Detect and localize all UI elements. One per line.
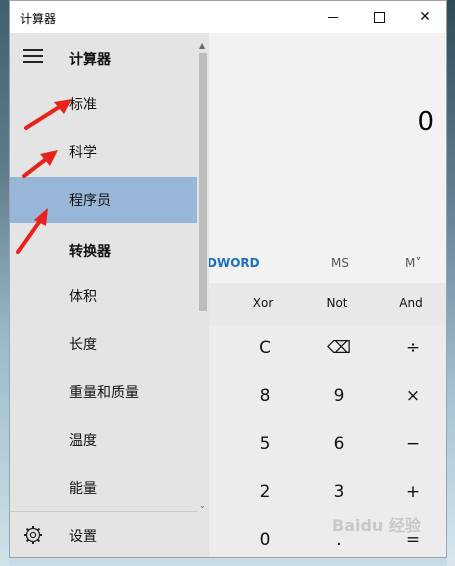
desktop-background-left (0, 0, 9, 566)
minimize-icon (328, 16, 338, 18)
watermark: Baidu 经验 (332, 516, 421, 535)
gear-icon (24, 526, 42, 544)
not-button[interactable]: Not (307, 296, 367, 310)
hamburger-menu-icon[interactable] (23, 49, 43, 63)
word-size-row: DWORD MS M˅ (207, 245, 446, 281)
nav-item-volume[interactable]: 体积 (10, 273, 197, 319)
bit-operations-row: Xor Not And (209, 283, 446, 325)
maximize-button[interactable] (356, 1, 402, 33)
nav-item-label: 体积 (69, 289, 97, 305)
nav-divider (10, 511, 197, 512)
digit-0-button[interactable]: 0 (229, 517, 301, 563)
word-size-button[interactable]: DWORD (207, 256, 260, 270)
title-bar[interactable]: 计算器 ✕ (10, 1, 446, 33)
display-area: 0 (209, 33, 446, 245)
display-value: 0 (417, 107, 434, 137)
backspace-button[interactable]: ⌫ (303, 325, 375, 371)
minus-button[interactable]: − (377, 421, 449, 467)
nav-item-weight-mass[interactable]: 重量和质量 (10, 369, 197, 415)
maximize-icon (373, 11, 385, 23)
clear-button[interactable]: C (229, 325, 301, 371)
digit-6-button[interactable]: 6 (303, 421, 375, 467)
and-button[interactable]: And (381, 296, 441, 310)
nav-item-label: 重量和质量 (69, 385, 139, 401)
xor-button[interactable]: Xor (233, 296, 293, 310)
multiply-button[interactable]: × (377, 373, 449, 419)
digit-2-button[interactable]: 2 (229, 469, 301, 515)
annotation-arrow-icon (22, 150, 58, 178)
scroll-up-icon[interactable]: ▲ (199, 41, 205, 50)
annotation-arrow-icon (16, 208, 48, 254)
settings-label: 设置 (69, 529, 97, 545)
digit-8-button[interactable]: 8 (229, 373, 301, 419)
memory-store-button[interactable]: MS (331, 256, 349, 270)
calculator-main: 0 DWORD MS M˅ Xor Not And C ⌫ ÷ 8 9 × 5 … (207, 33, 449, 557)
nav-item-temperature[interactable]: 温度 (10, 417, 197, 463)
minimize-button[interactable] (310, 1, 356, 33)
app-title: 计算器 (20, 12, 57, 26)
annotation-arrow-icon (24, 99, 72, 130)
calculator-window: 计算器 ✕ 0 DWORD MS M˅ Xor Not And C ⌫ ÷ 8 … (9, 0, 447, 558)
plus-button[interactable]: + (377, 469, 449, 515)
nav-item-energy[interactable]: 能量 (10, 465, 197, 511)
memory-dropdown-button[interactable]: M˅ (405, 256, 421, 270)
nav-item-label: 能量 (69, 481, 97, 497)
digit-5-button[interactable]: 5 (229, 421, 301, 467)
scrollbar-thumb[interactable] (199, 53, 207, 311)
nav-item-label: 温度 (69, 433, 97, 449)
nav-item-label: 程序员 (69, 193, 111, 209)
nav-heading-converter: 转换器 (69, 244, 111, 260)
divide-button[interactable]: ÷ (377, 325, 449, 371)
digit-9-button[interactable]: 9 (303, 373, 375, 419)
scroll-down-icon[interactable]: ⌄ (199, 501, 206, 510)
close-button[interactable]: ✕ (402, 1, 448, 33)
settings-button[interactable]: 设置 (10, 513, 209, 557)
close-icon: ✕ (419, 9, 431, 25)
nav-scrollbar[interactable]: ▲ ⌄ (197, 41, 209, 511)
nav-item-label: 长度 (69, 337, 97, 353)
digit-3-button[interactable]: 3 (303, 469, 375, 515)
nav-heading-calculator: 计算器 (69, 52, 111, 68)
nav-item-length[interactable]: 长度 (10, 321, 197, 367)
